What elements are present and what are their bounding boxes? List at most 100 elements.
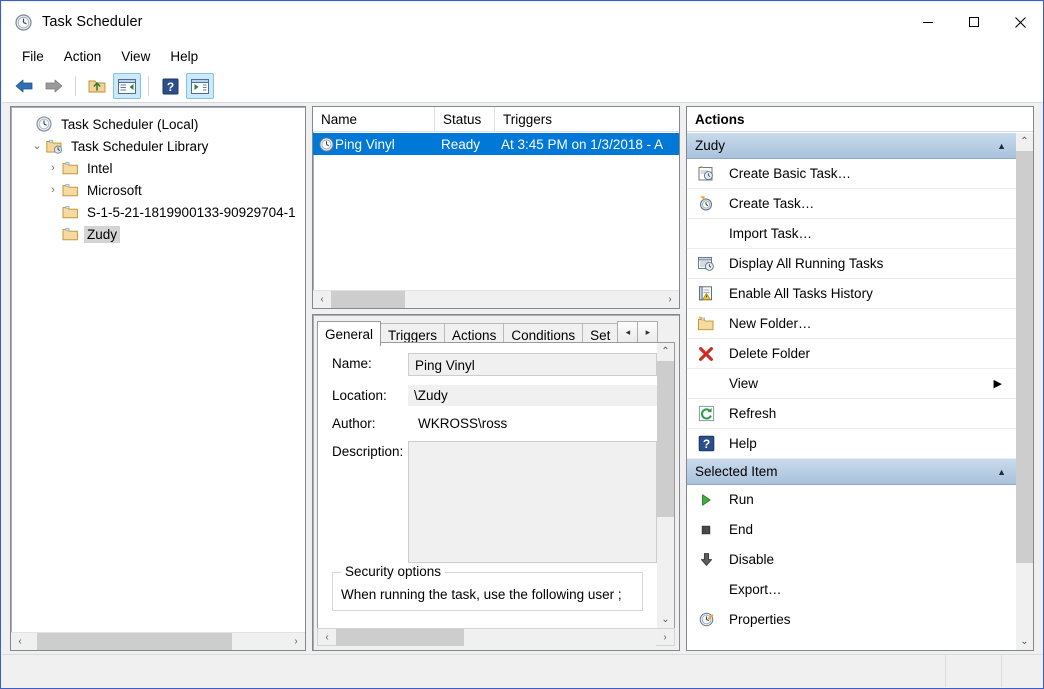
tree-hscroll-track[interactable] — [29, 633, 287, 650]
action-create-basic-task[interactable]: Create Basic Task… — [687, 159, 1016, 189]
forward-arrow-icon[interactable] — [40, 73, 68, 99]
chevron-up-icon[interactable]: ▲ — [997, 459, 1006, 485]
no-icon — [695, 375, 717, 393]
toolbar-separator-2 — [148, 76, 149, 96]
tree-item-label: Zudy — [84, 226, 120, 243]
status-bar — [2, 654, 1043, 687]
detail-hscroll-track[interactable] — [336, 629, 656, 646]
scroll-down-icon[interactable]: ⌄ — [657, 611, 674, 628]
action-run[interactable]: Run — [687, 485, 1016, 515]
action-new-folder[interactable]: New Folder… — [687, 309, 1016, 339]
tree-item-zudy[interactable]: Zudy — [11, 223, 305, 245]
name-field[interactable]: Ping Vinyl — [408, 353, 657, 376]
tree-item-intel[interactable]: › Intel — [11, 157, 305, 179]
tree-item-task-scheduler-local[interactable]: Task Scheduler (Local) — [11, 113, 305, 135]
scroll-right-icon[interactable]: › — [287, 633, 305, 650]
action-label: End — [729, 522, 1016, 537]
action-label: New Folder… — [729, 316, 1016, 331]
table-row[interactable]: Ping Vinyl Ready At 3:45 PM on 1/3/2018 … — [313, 133, 679, 155]
action-display-all-running-tasks[interactable]: Display All Running Tasks — [687, 249, 1016, 279]
tab-general[interactable]: General — [317, 321, 381, 346]
action-refresh[interactable]: Refresh — [687, 399, 1016, 429]
actions-group-header-zudy[interactable]: Zudy ▲ — [687, 133, 1016, 159]
detail-vertical-scrollbar[interactable]: ⌃ ⌄ — [657, 343, 674, 628]
action-import-task[interactable]: Import Task… — [687, 219, 1016, 249]
minimize-button[interactable] — [905, 2, 951, 42]
column-header-triggers[interactable]: Triggers — [495, 107, 679, 132]
action-enable-all-tasks-history[interactable]: Enable All Tasks History — [687, 279, 1016, 309]
actions-pane: Actions Zudy ▲ — [686, 106, 1034, 651]
close-button[interactable] — [997, 2, 1043, 42]
maximize-button[interactable] — [951, 2, 997, 42]
tasks-history-icon — [695, 285, 717, 303]
run-icon — [695, 491, 717, 509]
security-options-text: When running the task, use the following… — [341, 587, 634, 602]
chevron-up-icon[interactable]: ▲ — [997, 133, 1006, 159]
scroll-left-icon[interactable]: ‹ — [313, 291, 331, 308]
detail-hscroll-thumb[interactable] — [336, 629, 464, 646]
action-disable[interactable]: Disable — [687, 545, 1016, 575]
action-label: Enable All Tasks History — [729, 286, 1016, 301]
actions-pane-header: Actions — [687, 107, 1033, 132]
scroll-left-icon[interactable]: ‹ — [11, 633, 29, 650]
scroll-up-icon[interactable]: ⌃ — [657, 343, 674, 360]
field-row-location: Location: \Zudy — [318, 385, 657, 407]
task-list-horizontal-scrollbar[interactable]: ‹ › — [313, 290, 679, 308]
menu-view[interactable]: View — [111, 47, 160, 66]
detail-horizontal-scrollbar[interactable]: ‹ › — [317, 628, 675, 646]
description-field[interactable] — [408, 441, 657, 563]
action-view[interactable]: View ▶ — [687, 369, 1016, 399]
folder-icon — [61, 182, 79, 198]
create-basic-task-icon — [695, 165, 717, 183]
field-row-name: Name: Ping Vinyl — [318, 353, 657, 376]
security-options-group: Security options When running the task, … — [332, 572, 643, 611]
scroll-down-icon[interactable]: ⌄ — [1016, 633, 1033, 650]
clock-icon — [35, 116, 53, 132]
tree-item-label: Microsoft — [84, 182, 145, 199]
tree-horizontal-scrollbar[interactable]: ‹ › — [11, 632, 305, 650]
actions-vertical-scrollbar[interactable]: ⌃ ⌄ — [1016, 133, 1033, 650]
menu-help[interactable]: Help — [160, 47, 208, 66]
scroll-right-icon[interactable]: › — [661, 291, 679, 308]
task-list-hscroll-thumb[interactable] — [331, 291, 405, 308]
tree-item-sid-folder[interactable]: S-1-5-21-1819900133-90929704-1 — [11, 201, 305, 223]
column-header-name[interactable]: Name — [313, 107, 435, 132]
help-icon[interactable]: ? — [156, 73, 184, 99]
tab-scroll-left-icon[interactable]: ◂ — [617, 321, 638, 344]
tree-item-task-scheduler-library[interactable]: ⌄ Task Scheduler Library — [11, 135, 305, 157]
task-name-cell: Ping Vinyl — [335, 137, 441, 152]
properties-icon — [695, 611, 717, 629]
tree-item-microsoft[interactable]: › Microsoft — [11, 179, 305, 201]
help-icon: ? — [695, 435, 717, 453]
task-list-hscroll-track[interactable] — [331, 291, 661, 308]
chevron-right-icon[interactable]: › — [45, 163, 61, 174]
refresh-icon — [695, 405, 717, 423]
actions-group-header-selected-item[interactable]: Selected Item ▲ — [687, 459, 1016, 485]
scroll-right-icon[interactable]: › — [656, 629, 674, 646]
tab-scroll-right-icon[interactable]: ▸ — [637, 321, 658, 344]
column-header-status[interactable]: Status — [435, 107, 495, 132]
action-label: Create Basic Task… — [729, 166, 1016, 181]
tree-hscroll-thumb[interactable] — [37, 633, 232, 650]
up-folder-icon[interactable] — [83, 73, 111, 99]
action-export[interactable]: Export… — [687, 575, 1016, 605]
menu-file[interactable]: File — [12, 47, 54, 66]
svg-text:?: ? — [166, 80, 173, 94]
running-tasks-icon — [695, 255, 717, 273]
action-create-task[interactable]: Create Task… — [687, 189, 1016, 219]
task-scheduler-window: Task Scheduler File Action View Help — [0, 0, 1044, 689]
show-hide-console-tree-icon[interactable] — [113, 73, 141, 99]
actions-vscroll-thumb[interactable] — [1016, 151, 1033, 563]
action-end[interactable]: End — [687, 515, 1016, 545]
action-delete-folder[interactable]: Delete Folder — [687, 339, 1016, 369]
scroll-up-icon[interactable]: ⌃ — [1016, 133, 1033, 150]
action-help[interactable]: ? Help — [687, 429, 1016, 459]
detail-vscroll-thumb[interactable] — [657, 361, 674, 517]
scroll-left-icon[interactable]: ‹ — [318, 629, 336, 646]
menu-action[interactable]: Action — [54, 47, 112, 66]
chevron-down-icon[interactable]: ⌄ — [29, 141, 45, 152]
show-hide-action-pane-icon[interactable] — [186, 73, 214, 99]
back-arrow-icon[interactable] — [10, 73, 38, 99]
chevron-right-icon[interactable]: › — [45, 185, 61, 196]
action-properties[interactable]: Properties — [687, 605, 1016, 635]
